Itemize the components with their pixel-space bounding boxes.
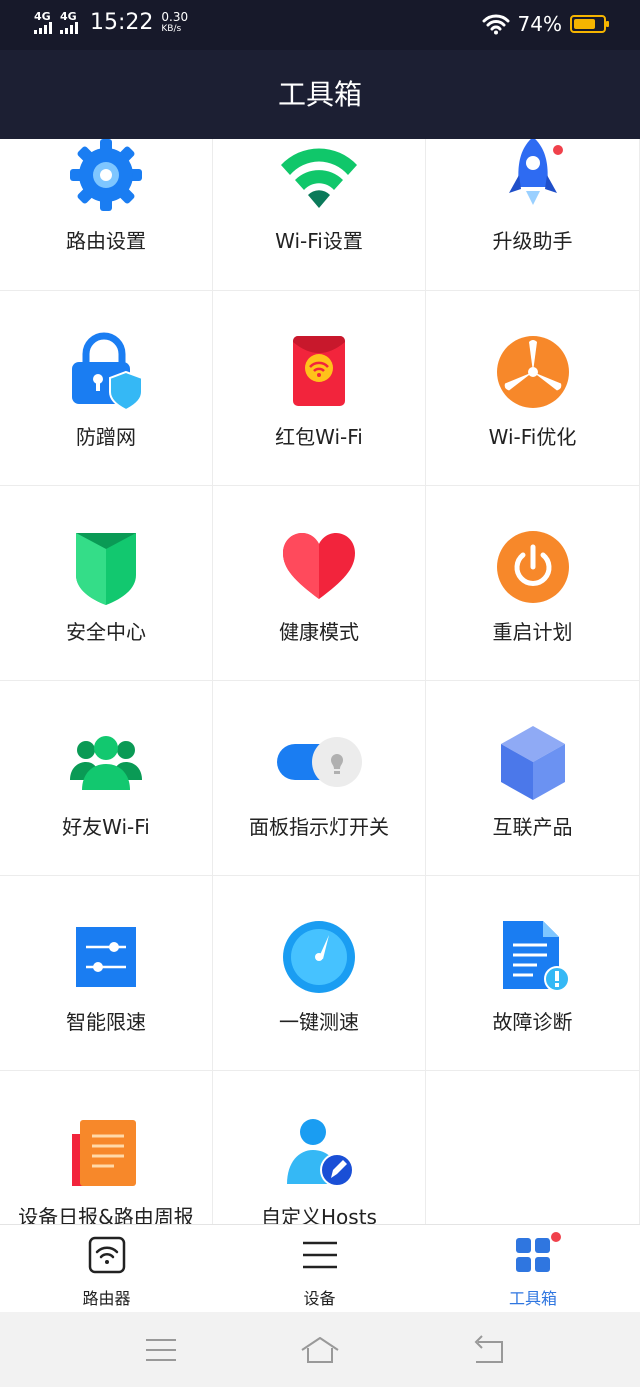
tool-upgrade-assistant[interactable]: 升级助手 bbox=[426, 139, 640, 291]
tool-health-mode[interactable]: 健康模式 bbox=[213, 486, 426, 681]
status-bar: 4G 4G 15:22 0.30 KB/s 74% bbox=[0, 0, 640, 50]
tool-label: 升级助手 bbox=[492, 229, 573, 253]
bottom-tab-bar: 路由器 设备 工具箱 bbox=[0, 1224, 640, 1313]
empty-cell bbox=[426, 1071, 640, 1224]
status-left: 4G 4G 15:22 0.30 KB/s bbox=[34, 10, 188, 35]
tab-label: 工具箱 bbox=[508, 1289, 557, 1308]
tool-label: 好友Wi-Fi bbox=[62, 815, 150, 839]
tool-fault-diagnosis[interactable]: 故障诊断 bbox=[426, 876, 640, 1071]
grid-icon bbox=[516, 1238, 550, 1272]
tab-devices[interactable]: 设备 bbox=[213, 1225, 426, 1313]
notification-dot bbox=[551, 143, 565, 157]
document-alert-icon bbox=[502, 921, 570, 992]
tool-panel-light-switch[interactable]: 面板指示灯开关 bbox=[213, 681, 426, 876]
tool-label: 互联产品 bbox=[492, 815, 573, 839]
tool-security-center[interactable]: 安全中心 bbox=[0, 486, 213, 681]
tool-label: 红包Wi-Fi bbox=[275, 425, 363, 449]
tool-label: Wi-Fi设置 bbox=[275, 229, 363, 253]
tool-label: 自定义Hosts bbox=[261, 1205, 377, 1224]
user-edit-icon bbox=[287, 1119, 354, 1187]
signal-bars-icon bbox=[34, 22, 52, 34]
battery-percent: 74% bbox=[517, 12, 562, 36]
system-nav-bar bbox=[0, 1312, 640, 1387]
home-icon[interactable] bbox=[300, 1330, 340, 1370]
notification-dot bbox=[549, 1230, 563, 1244]
tool-grid: 路由设置 Wi-Fi设置 升级助手 防蹭网 红包Wi-Fi Wi-Fi优化 安全… bbox=[0, 139, 640, 1224]
menu-icon[interactable] bbox=[141, 1330, 181, 1370]
back-icon[interactable] bbox=[468, 1330, 508, 1370]
tool-label: 路由设置 bbox=[66, 229, 146, 253]
tool-wifi-optimize[interactable]: Wi-Fi优化 bbox=[426, 291, 640, 486]
tool-label: 安全中心 bbox=[66, 620, 146, 644]
red-envelope-icon bbox=[293, 336, 345, 406]
battery-fill bbox=[574, 19, 595, 29]
clock: 15:22 bbox=[90, 10, 154, 35]
gear-icon bbox=[70, 139, 142, 211]
tool-connected-products[interactable]: 互联产品 bbox=[426, 681, 640, 876]
page-header: 工具箱 bbox=[0, 50, 640, 139]
tab-label: 路由器 bbox=[82, 1289, 131, 1308]
speed-unit: KB/s bbox=[161, 23, 182, 34]
lock-shield-icon bbox=[72, 332, 143, 412]
wifi-icon bbox=[281, 148, 357, 208]
tool-wifi-settings[interactable]: Wi-Fi设置 bbox=[213, 139, 426, 291]
power-icon bbox=[496, 531, 569, 603]
tool-anti-leech[interactable]: 防蹭网 bbox=[0, 291, 213, 486]
fan-icon bbox=[496, 336, 569, 408]
tool-label: 重启计划 bbox=[492, 620, 573, 644]
report-icon bbox=[72, 1120, 136, 1186]
wifi-signal-icon bbox=[482, 14, 510, 35]
network-type-2: 4G bbox=[60, 10, 77, 23]
tool-custom-hosts[interactable]: 自定义Hosts bbox=[213, 1071, 426, 1224]
list-icon bbox=[302, 1241, 337, 1269]
speed-value: 0.30 bbox=[161, 9, 189, 24]
network-type-1: 4G bbox=[34, 10, 51, 23]
network-speed: 0.30 KB/s bbox=[161, 11, 188, 35]
tool-label: 面板指示灯开关 bbox=[249, 815, 389, 839]
tool-label: 设备日报&路由周报 bbox=[18, 1205, 194, 1224]
tool-smart-speed-limit[interactable]: 智能限速 bbox=[0, 876, 213, 1071]
friends-icon bbox=[70, 736, 142, 790]
tool-label: 防蹭网 bbox=[76, 425, 136, 449]
toggle-bulb-icon bbox=[277, 737, 362, 787]
shield-icon bbox=[76, 533, 136, 605]
battery-icon bbox=[570, 15, 609, 33]
signal-bars-icon bbox=[60, 22, 78, 34]
tab-router[interactable]: 路由器 bbox=[0, 1225, 213, 1313]
tab-toolbox[interactable]: 工具箱 bbox=[426, 1225, 640, 1313]
tool-label: Wi-Fi优化 bbox=[488, 425, 577, 449]
tool-speed-test[interactable]: 一键测速 bbox=[213, 876, 426, 1071]
tool-friend-wifi[interactable]: 好友Wi-Fi bbox=[0, 681, 213, 876]
router-icon bbox=[88, 1236, 125, 1274]
cube-icon bbox=[500, 726, 565, 800]
tool-label: 智能限速 bbox=[66, 1010, 146, 1034]
sliders-icon bbox=[76, 927, 136, 987]
tool-label: 故障诊断 bbox=[492, 1010, 573, 1034]
tool-label: 一键测速 bbox=[279, 1010, 359, 1034]
tab-label: 设备 bbox=[303, 1289, 336, 1308]
tool-red-packet-wifi[interactable]: 红包Wi-Fi bbox=[213, 291, 426, 486]
heart-icon bbox=[283, 533, 355, 599]
status-right: 74% bbox=[482, 12, 609, 36]
tool-restart-plan[interactable]: 重启计划 bbox=[426, 486, 640, 681]
signal-2: 4G bbox=[60, 11, 78, 34]
signal-1: 4G bbox=[34, 11, 52, 34]
speedometer-icon bbox=[283, 921, 355, 993]
tool-label: 健康模式 bbox=[279, 620, 359, 644]
tool-daily-weekly-report[interactable]: 设备日报&路由周报 bbox=[0, 1071, 213, 1224]
tool-router-settings[interactable]: 路由设置 bbox=[0, 139, 213, 291]
page-title: 工具箱 bbox=[277, 78, 362, 111]
